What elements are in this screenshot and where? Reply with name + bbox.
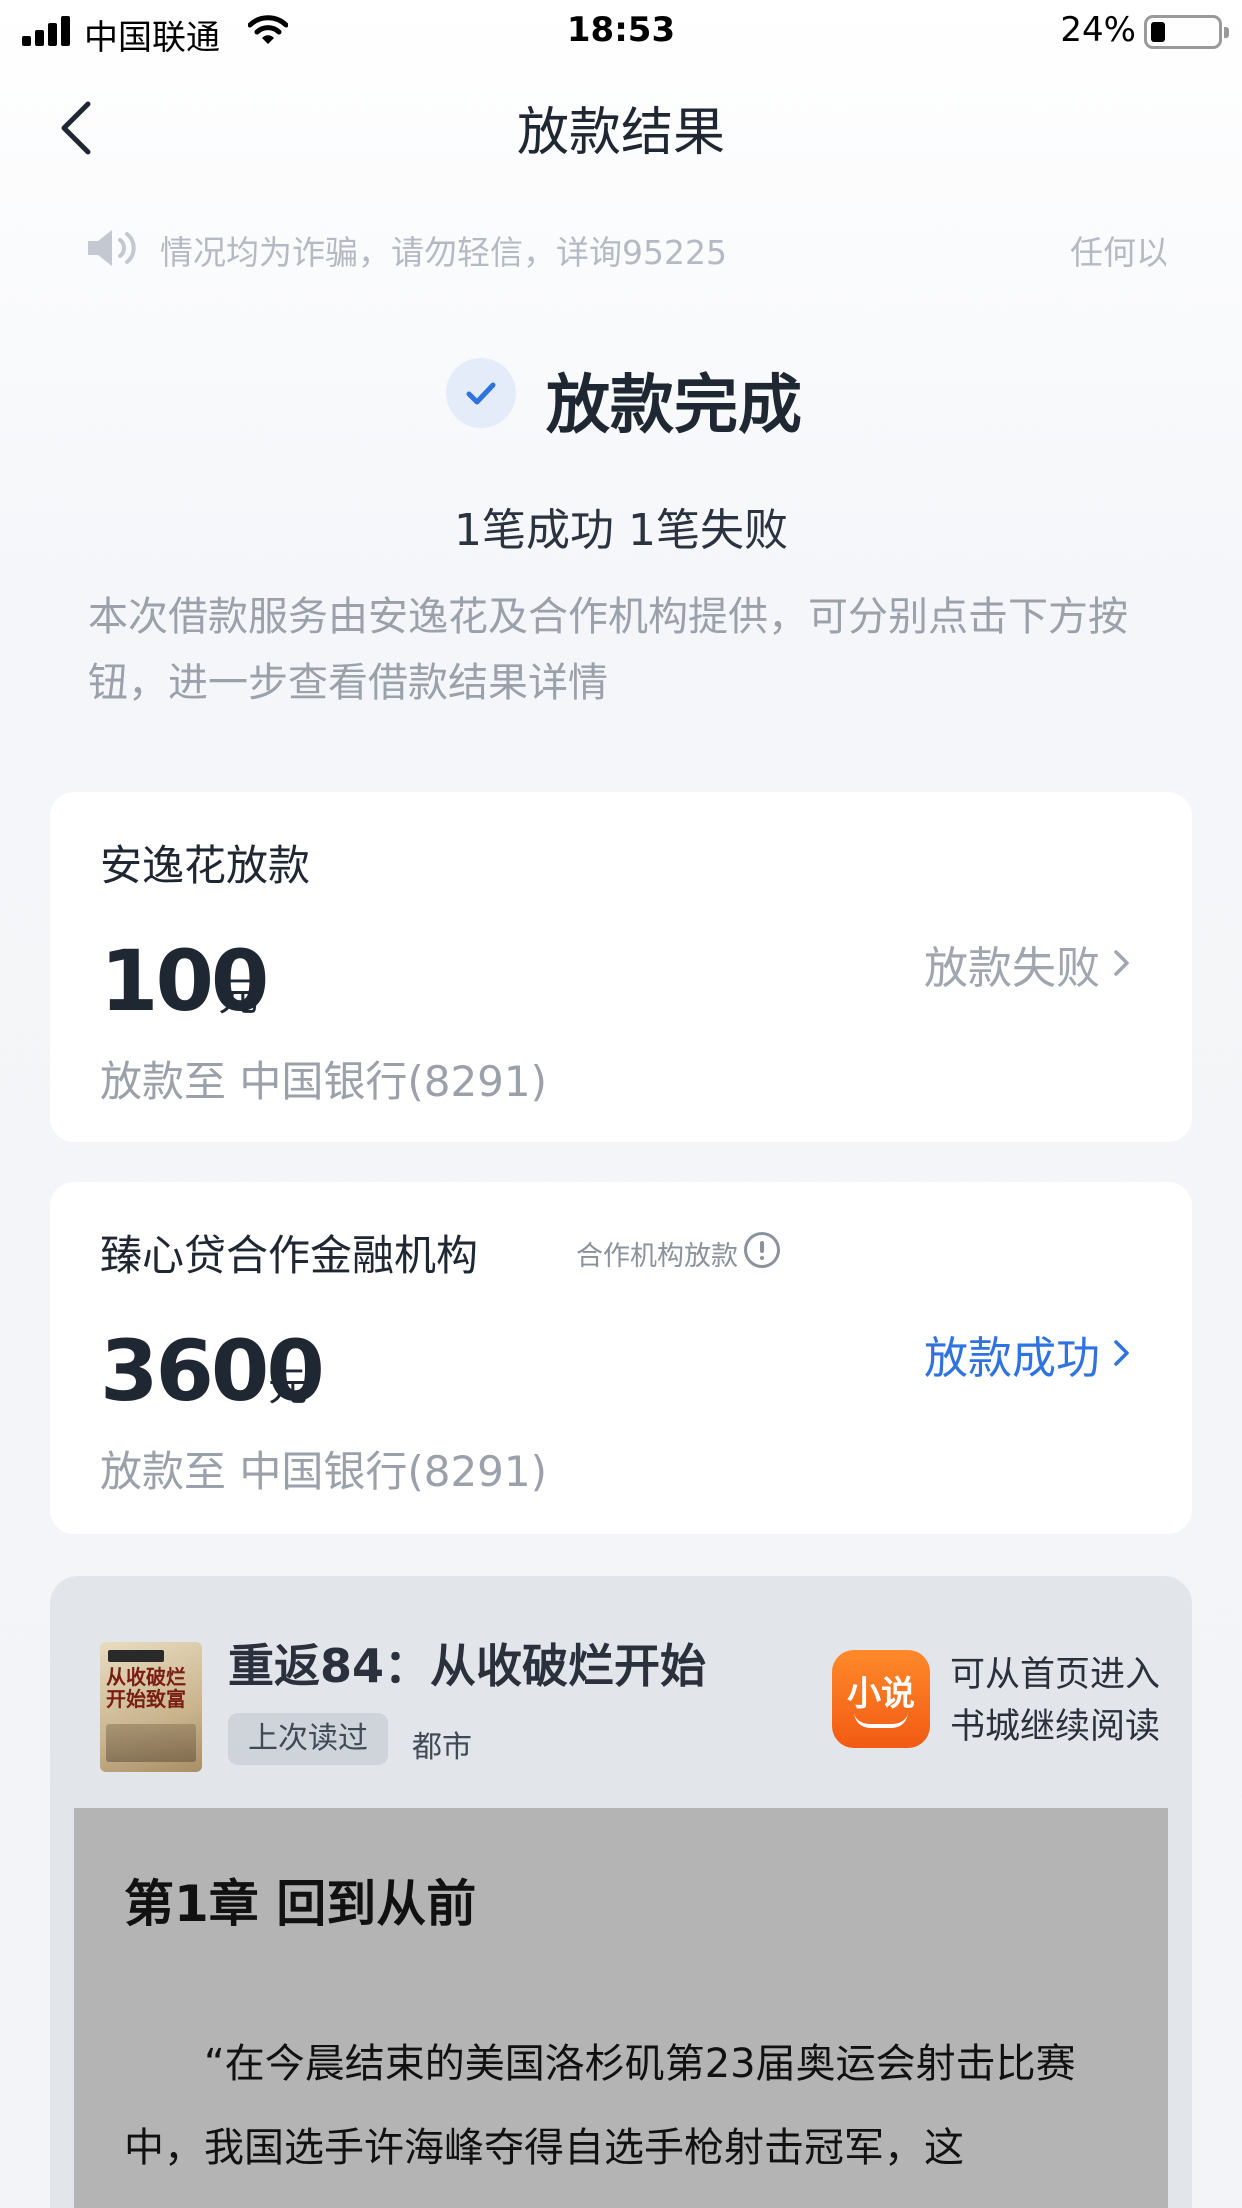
loan-card-partner[interactable]: 臻心贷合作金融机构 合作机构放款 3600 元 放款成功 放款至 中国银行(82… xyxy=(50,1182,1192,1534)
loan-amount-unit: 元 xyxy=(268,1364,308,1410)
loan-card-title: 安逸花放款 xyxy=(100,841,311,890)
book-recommendation-panel[interactable]: 从收破烂开始致富 重返84：从收破烂开始 上次读过 都市 小说 可从首页进入 书… xyxy=(50,1576,1192,2208)
speaker-icon xyxy=(88,230,136,266)
notice-marquee: 情况均为诈骗，请勿轻信，详询95225 任何以 xyxy=(86,220,1166,280)
loan-card-title: 臻心贷合作金融机构 xyxy=(100,1231,479,1280)
book-genre: 都市 xyxy=(412,1730,472,1765)
status-bar: 中国联通 18:53 24% xyxy=(0,0,1242,64)
last-read-badge: 上次读过 xyxy=(228,1713,388,1765)
continue-hint-line2: 书城继续阅读 xyxy=(950,1707,1161,1747)
battery-percent: 24% xyxy=(1060,10,1136,50)
loan-status-success[interactable]: 放款成功 xyxy=(924,1322,1100,1386)
result-description: 本次借款服务由安逸花及合作机构提供，可分别点击下方按钮，进一步查看借款结果详情 xyxy=(88,594,1128,706)
book-title[interactable]: 重返84：从收破烂开始 xyxy=(228,1630,706,1696)
continue-hint-line1: 可从首页进入 xyxy=(950,1655,1161,1695)
book-cover[interactable]: 从收破烂开始致富 xyxy=(100,1642,202,1772)
novel-app-icon[interactable]: 小说 xyxy=(832,1650,930,1748)
result-header: 放款完成 xyxy=(0,350,1242,443)
chapter-title: 第1章 回到从前 xyxy=(124,1875,477,1933)
info-icon[interactable] xyxy=(744,1232,780,1268)
page-title: 放款结果 xyxy=(516,103,725,163)
partner-tag: 合作机构放款 xyxy=(576,1241,738,1272)
loan-destination: 放款至 中国银行(8291) xyxy=(100,1057,548,1106)
notice-text-trailing: 任何以 xyxy=(1070,233,1166,272)
loan-status-failed[interactable]: 放款失败 xyxy=(924,932,1100,996)
chevron-right-icon xyxy=(1114,1340,1129,1366)
battery-icon xyxy=(1144,15,1229,49)
loan-card-anyihua[interactable]: 安逸花放款 100 元 放款失败 放款至 中国银行(8291) xyxy=(50,792,1192,1142)
chevron-right-icon xyxy=(1114,950,1129,976)
novel-app-label: 小说 xyxy=(847,1674,915,1714)
loan-destination: 放款至 中国银行(8291) xyxy=(100,1447,548,1496)
book-cover-text: 从收破烂开始致富 xyxy=(106,1665,186,1711)
chapter-paragraph: “在今晨结束的美国洛杉矶第23届奥运会射击比赛中，我国选手许海峰夺得自选手枪射击… xyxy=(124,2041,1076,2171)
check-icon xyxy=(446,358,516,428)
clock: 18:53 xyxy=(566,10,676,50)
reader-preview[interactable]: 第1章 回到从前 “在今晨结束的美国洛杉矶第23届奥运会射击比赛中，我国选手许海… xyxy=(74,1808,1168,2208)
loan-amount-unit: 元 xyxy=(218,974,258,1020)
result-summary: 1笔成功 1笔失败 xyxy=(454,505,788,556)
nav-bar: 放款结果 xyxy=(0,70,1242,180)
result-title: 放款完成 xyxy=(546,369,802,443)
notice-text: 情况均为诈骗，请勿轻信，详询95225 xyxy=(160,233,727,272)
